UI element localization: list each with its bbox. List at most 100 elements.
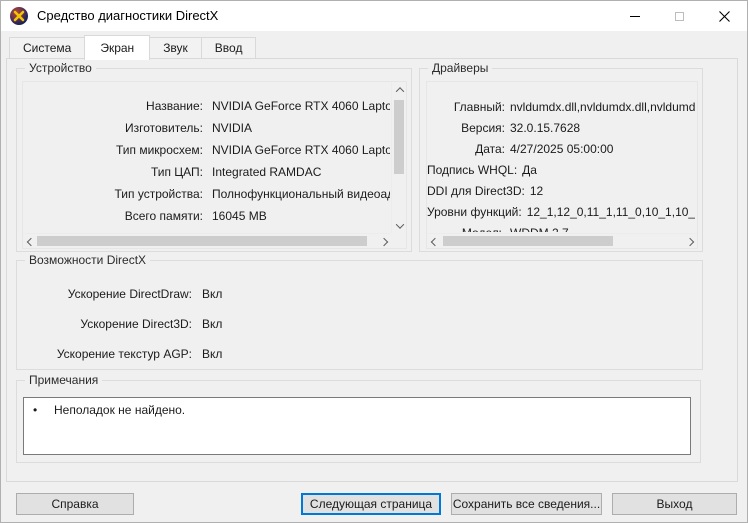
driver-row-value: 12_1,12_0,11_1,11_0,10_1,10_0,9_3,9_2,9_… <box>526 204 695 219</box>
driver-row-main: Главный: nvldumdx.dll,nvldumdx.dll,nvldum… <box>427 96 695 117</box>
device-row-label: Изготовитель: <box>125 121 203 135</box>
minimize-button[interactable] <box>612 1 657 31</box>
driver-row-value: Да <box>522 162 537 177</box>
driver-row-wddm: Модель WDDM 2.7 <box>427 222 695 233</box>
device-row-chiptype: Тип микросхем: NVIDIA GeForce RTX 4060 La… <box>23 139 390 161</box>
device-row-totalmemory: Всего памяти: 16045 MB <box>23 205 390 227</box>
driver-row-value: WDDM 2.7 <box>510 226 569 233</box>
driver-row-ddi: DDI для Direct3D: 12 <box>427 180 695 201</box>
device-row-manufacturer: Изготовитель: NVIDIA <box>23 117 390 139</box>
feature-row-value: Вкл <box>202 287 223 301</box>
device-row-label: Тип ЦАП: <box>150 165 203 179</box>
vertical-scroll-thumb[interactable] <box>394 100 404 174</box>
device-group-title: Устройство <box>25 61 96 75</box>
driver-row-whql: Подпись WHQL: Да <box>427 159 695 180</box>
scroll-left-icon[interactable] <box>427 234 442 249</box>
device-row-value: 16045 MB <box>212 209 267 223</box>
scroll-left-icon[interactable] <box>23 234 38 249</box>
tab-system-label: Система <box>23 41 72 55</box>
window-title: Средство диагностики DirectX <box>37 8 219 23</box>
directx-features-group: Возможности DirectX Ускорение DirectDraw… <box>16 253 703 370</box>
tab-sound-label: Звук <box>163 41 188 55</box>
horizontal-scroll-thumb[interactable] <box>443 236 613 246</box>
scroll-down-icon[interactable] <box>392 218 407 233</box>
tab-sound[interactable]: Звук <box>150 37 202 59</box>
driver-row-value: 12 <box>529 183 544 198</box>
device-row-displaymemory: Память дисплея (видеопамять): 7957 MB <box>23 227 390 232</box>
scroll-up-icon[interactable] <box>392 82 407 97</box>
tab-input[interactable]: Ввод <box>201 37 257 59</box>
device-row-dactype: Тип ЦАП: Integrated RAMDAC <box>23 161 390 183</box>
driver-row-label: Модель <box>427 226 505 233</box>
maximize-button <box>657 1 702 31</box>
feature-row-label: Ускорение Direct3D: <box>80 317 192 331</box>
features-rows: Ускорение DirectDraw: Вкл Ускорение Direc… <box>17 279 696 369</box>
next-page-button[interactable]: Следующая страница <box>301 493 441 515</box>
notes-group: Примечания • Неполадок не найдено. <box>16 373 701 463</box>
device-row-name: Название: NVIDIA GeForce RTX 4060 Laptop … <box>23 95 390 117</box>
close-icon <box>719 10 730 22</box>
device-row-value: 7957 MB <box>212 231 260 232</box>
tab-display-label: Экран <box>100 41 135 55</box>
feature-row-directdraw: Ускорение DirectDraw: Вкл <box>17 279 696 309</box>
feature-row-label: Ускорение текстур AGP: <box>56 347 192 361</box>
driver-row-label: Главный: <box>453 99 505 114</box>
tab-system[interactable]: Система <box>9 37 86 59</box>
feature-row-value: Вкл <box>202 347 223 361</box>
features-group-title: Возможности DirectX <box>25 253 151 267</box>
scroll-right-icon[interactable] <box>682 234 697 249</box>
dxdiag-window: Средство диагностики DirectX Система Экр… <box>0 0 748 523</box>
device-vertical-scrollbar[interactable] <box>391 82 406 233</box>
feature-row-value: Вкл <box>202 317 223 331</box>
device-row-value: NVIDIA GeForce RTX 4060 Laptop GPU <box>212 143 390 157</box>
feature-row-agp: Ускорение текстур AGP: Вкл <box>17 339 696 369</box>
horizontal-scroll-thumb[interactable] <box>37 236 367 246</box>
drivers-group-title: Драйверы <box>428 61 493 75</box>
driver-row-label: Дата: <box>475 141 505 156</box>
exit-button-label: Выход <box>656 497 693 511</box>
next-page-button-label: Следующая страница <box>309 497 433 511</box>
drivers-group: Драйверы Главный: nvldumdx.dll,nvldumdx.d… <box>419 61 703 252</box>
drivers-horizontal-scrollbar[interactable] <box>427 233 697 248</box>
device-row-value: Полнофункциональный видеоадаптер <box>212 187 390 201</box>
driver-row-version: Версия: 32.0.15.7628 <box>427 117 695 138</box>
save-all-information-button-label: Сохранить все сведения... <box>452 497 601 511</box>
device-row-label: Название: <box>146 99 203 113</box>
notes-textarea[interactable]: • Неполадок не найдено. <box>23 397 691 455</box>
device-row-label: Тип устройства: <box>114 187 204 201</box>
note-text: Неполадок не найдено. <box>54 403 186 417</box>
tab-display[interactable]: Экран <box>84 35 151 60</box>
driver-row-label: Версия: <box>461 120 505 135</box>
driver-row-value: nvldumdx.dll,nvldumdx.dll,nvldumdx.dll,n… <box>510 99 695 114</box>
maximize-icon <box>675 11 684 21</box>
device-row-value: NVIDIA GeForce RTX 4060 Laptop GPU <box>212 99 390 113</box>
drivers-scroll-pane[interactable]: Главный: nvldumdx.dll,nvldumdx.dll,nvldum… <box>426 81 698 249</box>
device-row-value: NVIDIA <box>212 121 253 135</box>
minimize-icon <box>629 15 640 17</box>
driver-row-featurelevels: Уровни функций: 12_1,12_0,11_1,11_0,10_1,… <box>427 201 695 222</box>
feature-row-direct3d: Ускорение Direct3D: Вкл <box>17 309 696 339</box>
directx-app-icon <box>10 7 28 25</box>
device-row-label: Всего памяти: <box>124 209 203 223</box>
titlebar[interactable]: Средство диагностики DirectX <box>1 1 747 31</box>
driver-row-label: DDI для Direct3D: <box>427 183 525 198</box>
driver-row-value: 32.0.15.7628 <box>510 120 581 135</box>
help-button[interactable]: Справка <box>16 493 134 515</box>
close-button[interactable] <box>702 1 747 31</box>
save-all-information-button[interactable]: Сохранить все сведения... <box>451 493 602 515</box>
device-horizontal-scrollbar[interactable] <box>23 233 391 248</box>
device-row-label: Память дисплея (видеопамять): <box>23 231 203 232</box>
device-row-value: Integrated RAMDAC <box>212 165 322 179</box>
device-scroll-pane[interactable]: Название: NVIDIA GeForce RTX 4060 Laptop … <box>22 81 407 249</box>
tab-input-label: Ввод <box>214 41 243 55</box>
tab-strip: Система Экран Звук Ввод <box>9 34 257 60</box>
device-rows: Название: NVIDIA GeForce RTX 4060 Laptop … <box>23 95 390 232</box>
driver-row-date: Дата: 4/27/2025 05:00:00 <box>427 138 695 159</box>
note-item: • Неполадок не найдено. <box>24 398 690 417</box>
bullet-icon: • <box>33 403 38 417</box>
scroll-right-icon[interactable] <box>376 234 391 249</box>
exit-button[interactable]: Выход <box>612 493 737 515</box>
device-row-label: Тип микросхем: <box>115 143 203 157</box>
driver-row-value: 4/27/2025 05:00:00 <box>510 141 614 156</box>
driver-row-label: Уровни функций: <box>427 204 522 219</box>
